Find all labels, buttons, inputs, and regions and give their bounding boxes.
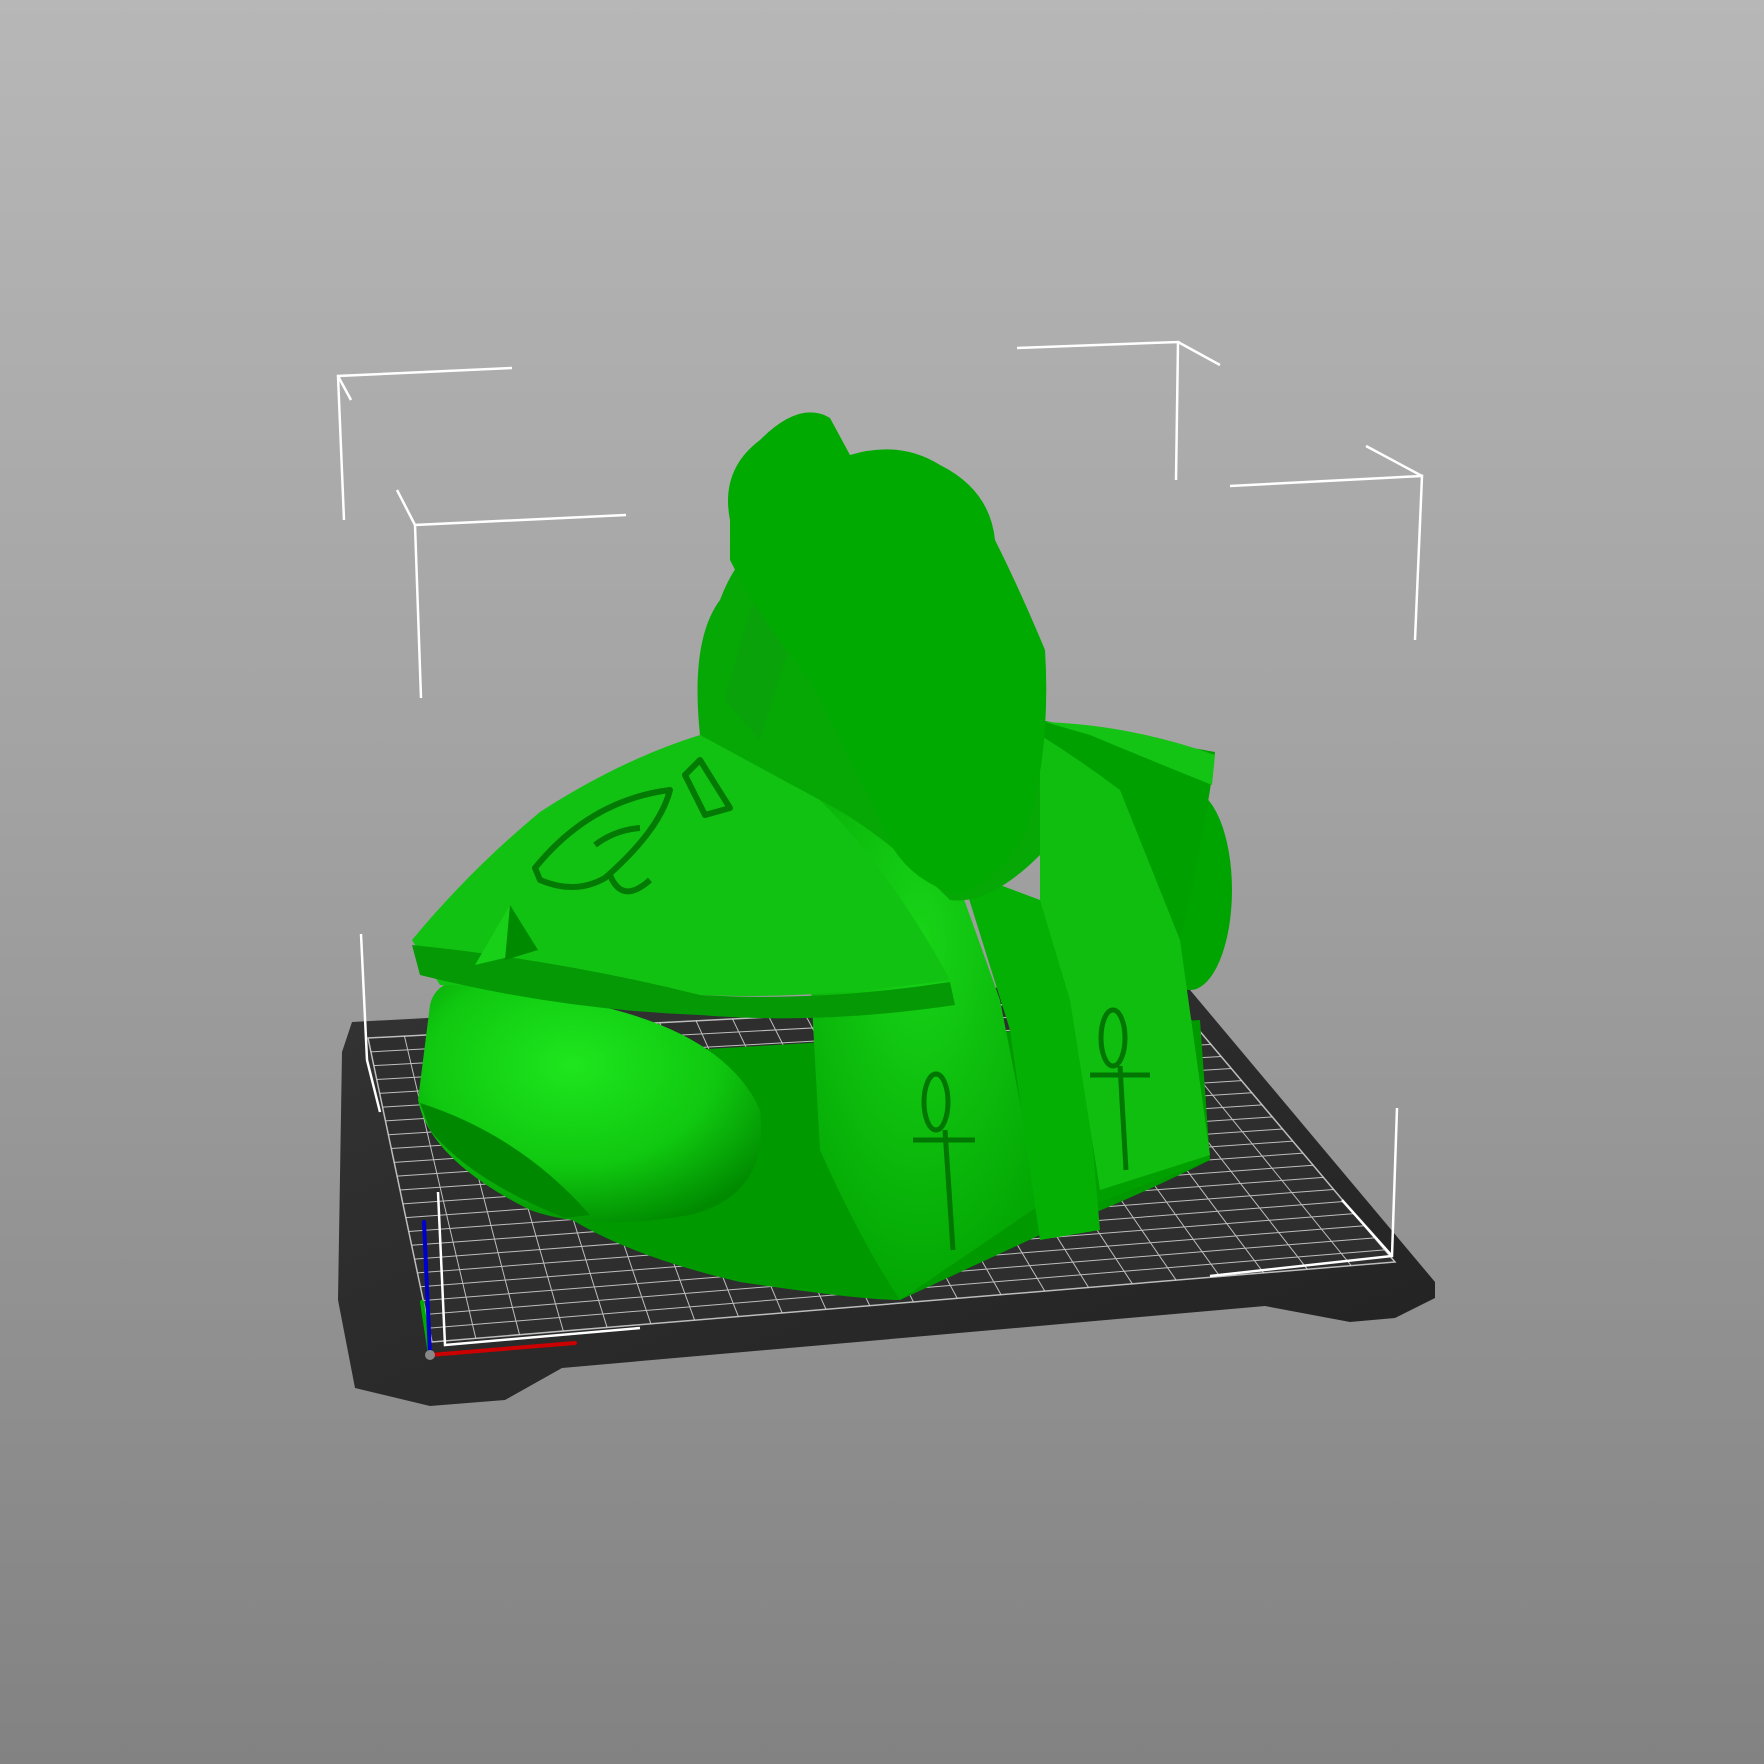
- egyptian-bust-model[interactable]: [412, 412, 1232, 1300]
- scene-canvas[interactable]: [0, 0, 1764, 1764]
- 3d-viewport[interactable]: [0, 0, 1764, 1764]
